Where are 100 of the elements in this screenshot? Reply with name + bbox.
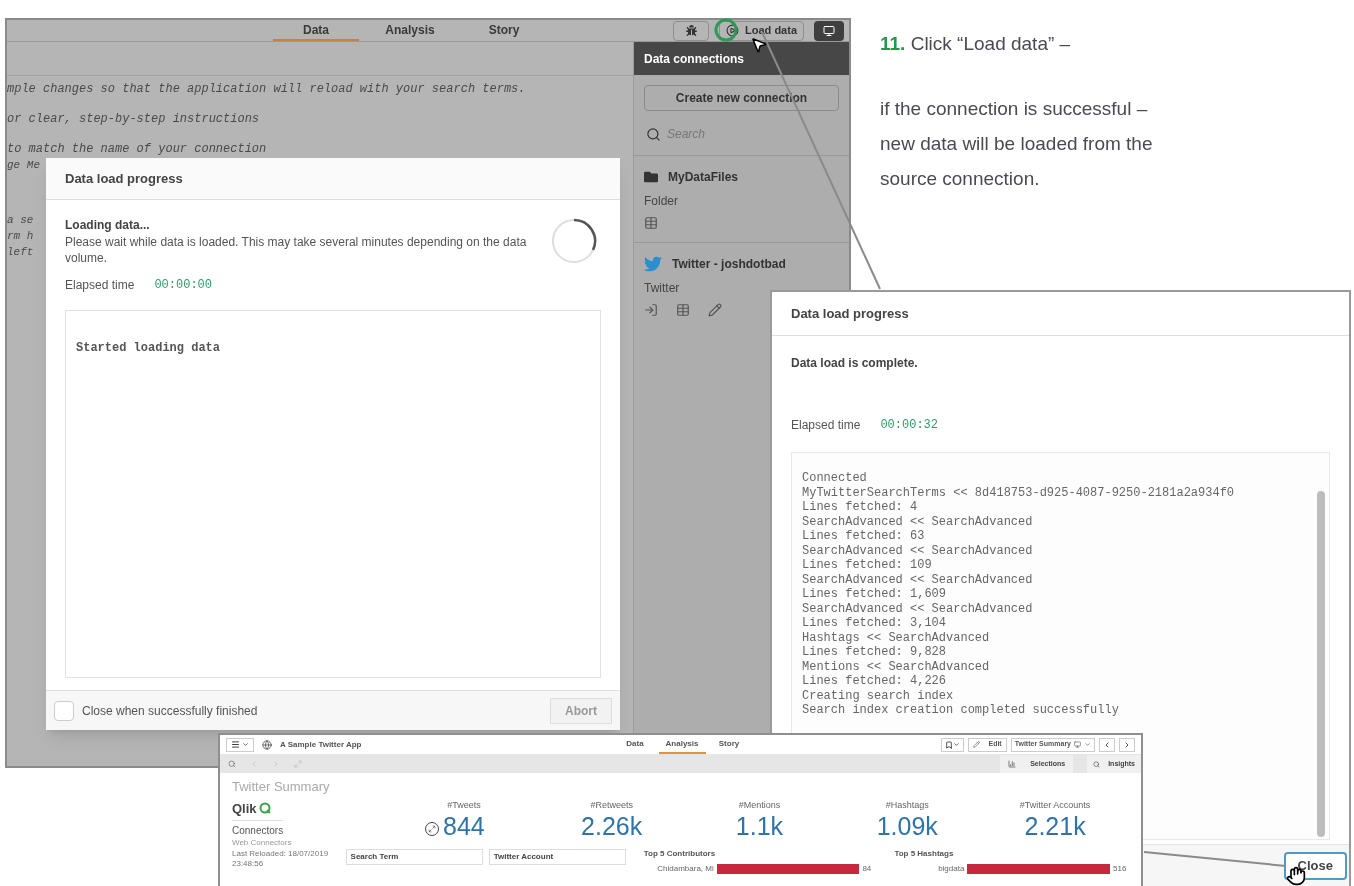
highlight-ring-icon [714, 18, 738, 42]
log-line: Search index creation completed successfully [802, 703, 1119, 718]
log-line: SearchAdvanced << SearchAdvanced [802, 514, 1033, 529]
search-icon[interactable] [228, 760, 236, 768]
log-line: Lines fetched: 3,104 [802, 616, 947, 631]
status-text: Loading data... [65, 217, 151, 234]
log-line: Lines fetched: 4 [802, 500, 918, 515]
tab[interactable]: Story [461, 20, 547, 41]
bug-icon [685, 25, 697, 36]
log-line: Connected [802, 471, 867, 486]
kpi-label: #Mentions [738, 798, 781, 812]
previous-sheet-button[interactable] [1099, 737, 1115, 752]
kpi-label: #Retweets [590, 798, 633, 812]
checkbox[interactable] [54, 700, 74, 721]
kpi-label: #Tweets [447, 798, 481, 812]
kpi-value: 1.09k [876, 812, 938, 840]
kpi-label: #Twitter Accounts [1019, 798, 1091, 812]
log-line: Lines fetched: 9,828 [802, 645, 947, 660]
log-line: SearchAdvanced << SearchAdvanced [802, 543, 1033, 558]
create-connection-button[interactable]: Create new connection [644, 85, 839, 111]
logo-subtitle: Connectors [232, 820, 284, 838]
script-line: or clear, step-by-step instructions [7, 111, 261, 128]
tab[interactable]: Data [273, 20, 359, 41]
edit-icon [973, 741, 981, 748]
folder-icon [644, 170, 658, 184]
connection-type: Twitter [644, 280, 680, 297]
script-fragment: a se [7, 213, 34, 228]
bar-label: bigdata [937, 863, 965, 875]
logo-q-icon [258, 802, 271, 815]
bar-value: 516 [1113, 863, 1128, 875]
debug-button[interactable] [673, 20, 710, 41]
app-icon [262, 739, 272, 750]
select-data-icon[interactable] [644, 303, 658, 317]
sheet-icon [1074, 741, 1081, 748]
play-icon [726, 24, 740, 37]
log-line: SearchAdvanced << SearchAdvanced [802, 572, 1033, 587]
kpi-value: 2.26k [581, 812, 643, 840]
status-message: Please wait while data is loaded. This may take several minutes depending on the data volume. [65, 234, 528, 266]
bar-label: Chidambara, Mi [656, 863, 714, 875]
caret-icon [242, 741, 249, 748]
right-chevron-icon [1123, 740, 1131, 749]
reload-date: Last Reloaded: 18/07/2019 [232, 849, 329, 859]
filter-pane[interactable]: Search Term [345, 849, 483, 865]
panel-toggle-button[interactable] [814, 20, 844, 41]
caret-icon [1084, 741, 1091, 748]
elapsed-value: 00:00:32 [880, 417, 938, 434]
filter-pane[interactable]: Twitter Account [488, 849, 626, 865]
left-chevron-icon [1103, 740, 1111, 749]
selections-icon [1008, 760, 1017, 768]
connection-type: Folder [644, 193, 678, 210]
script-fragment: left [7, 245, 34, 260]
script-line: to match the name of your connection [7, 141, 268, 158]
log-line: Hashtags << SearchAdvanced [802, 630, 990, 645]
reload-time: 23:48:56 [232, 859, 264, 869]
tab[interactable]: Story [705, 735, 753, 754]
next-sheet-button[interactable] [1119, 737, 1135, 752]
app-title: A Sample Twitter App [280, 738, 362, 751]
chart-title: Top 5 Hashtags [894, 849, 954, 859]
cursor-icon [750, 36, 768, 54]
log-line: Lines fetched: 4,226 [802, 674, 947, 689]
elapsed-label: Elapsed time [791, 417, 861, 434]
kpi-value: 1.1k [735, 812, 784, 840]
load-data-button[interactable]: Load data [719, 20, 804, 41]
menu-button[interactable] [226, 737, 254, 752]
scrollbar-thumb[interactable] [1317, 491, 1325, 837]
search-icon [646, 126, 661, 142]
checkbox-label: Close when successfully finished [82, 702, 258, 720]
status-text: Data load is complete. [791, 355, 919, 372]
connection-name[interactable]: MyDataFiles [668, 168, 739, 186]
bar-value: 84 [862, 863, 873, 875]
log-line: Creating search index [802, 688, 954, 703]
tab[interactable]: Data [611, 735, 659, 754]
log-line: Lines fetched: 63 [802, 529, 925, 544]
logo-text: Qlik [232, 799, 257, 818]
log-line: Lines fetched: 1,609 [802, 587, 947, 602]
menu-icon [231, 740, 240, 749]
sheet-title: Twitter Summary [231, 778, 331, 796]
instruction-text: if the connection is successful – new data will be loaded from the source connection. [880, 96, 1154, 191]
bird-icon [644, 255, 662, 273]
bookmark-icon [945, 740, 954, 749]
dialog-title: Data load progress [65, 169, 183, 188]
bookmark-button[interactable] [941, 737, 965, 752]
table-icon[interactable] [644, 216, 658, 230]
script-line: mple changes so that the application will reload with your search terms. [7, 81, 527, 98]
connection-name[interactable]: Twitter - joshdotbad [672, 255, 786, 273]
caret-icon [953, 741, 961, 748]
log-line: Mentions << SearchAdvanced [802, 659, 990, 674]
step-heading: 11. Click “Load data” – [880, 32, 1071, 56]
log-line: Lines fetched: 109 [802, 558, 932, 573]
panel-icon [823, 24, 835, 37]
edit-icon[interactable] [708, 303, 722, 317]
logo-caption: Web Connectors [232, 838, 292, 847]
panel-title: Data connections [644, 50, 745, 68]
script-fragment: rm h [7, 229, 34, 244]
kpi-value: 844 [443, 812, 485, 840]
elapsed-value: 00:00:00 [154, 277, 212, 294]
table-icon[interactable] [676, 303, 690, 317]
log-line: MyTwitterSearchTerms << 8d418753-d925-4087-9250-2181a2a934f0 [802, 485, 1235, 500]
dialog-title: Data load progress [791, 304, 909, 323]
tab[interactable]: Analysis [367, 20, 453, 41]
